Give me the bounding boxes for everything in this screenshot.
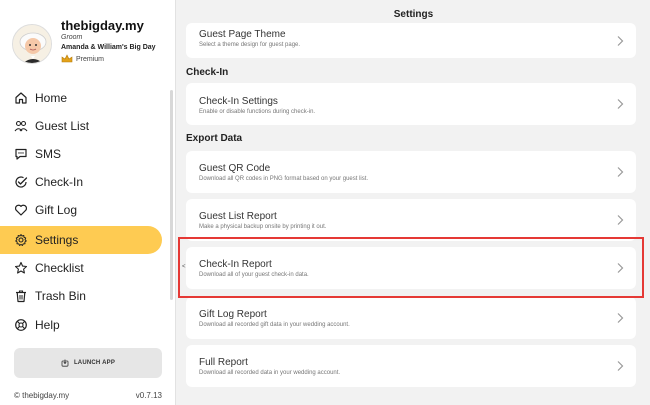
sidebar-item-checklist[interactable]: Checklist bbox=[0, 254, 162, 282]
card-title: Full Report bbox=[199, 357, 248, 368]
card-description: Enable or disable functions during check… bbox=[199, 109, 316, 115]
sidebar-item-settings[interactable]: Settings bbox=[0, 226, 162, 254]
sidebar-item-home[interactable]: Home bbox=[0, 84, 162, 112]
card-description: Download all recorded gift data in your … bbox=[199, 322, 350, 328]
card-title: Guest QR Code bbox=[199, 163, 271, 174]
sidebar-footer: © thebigday.my v0.7.13 bbox=[14, 391, 162, 400]
sidebar-item-help[interactable]: Help bbox=[0, 311, 162, 339]
card-description: Download all QR codes in PNG format base… bbox=[199, 176, 369, 182]
card-title: Guest List Report bbox=[199, 211, 277, 222]
settings-panel: Settings Guest Page Theme Select a theme… bbox=[177, 0, 650, 405]
plan-label: Premium bbox=[76, 55, 105, 63]
chevron-right-icon bbox=[616, 360, 624, 372]
chevron-right-icon bbox=[616, 166, 624, 178]
card-guest-qr-code[interactable]: Guest QR Code Download all QR codes in P… bbox=[186, 151, 636, 193]
heart-icon bbox=[14, 203, 28, 217]
sidebar-item-label: Guest List bbox=[35, 119, 90, 133]
chevron-right-icon bbox=[616, 98, 624, 110]
card-title: Check-In Settings bbox=[199, 96, 278, 107]
version-text: v0.7.13 bbox=[135, 391, 162, 400]
sidebar-item-label: Help bbox=[35, 318, 60, 332]
sidebar-item-trash-bin[interactable]: Trash Bin bbox=[0, 282, 162, 310]
chevron-right-icon bbox=[616, 214, 624, 226]
sidebar-item-label: Gift Log bbox=[35, 203, 78, 217]
sidebar-item-label: Settings bbox=[35, 233, 79, 247]
check-in-icon bbox=[14, 175, 28, 189]
launch-app-button[interactable]: LAUNCH APP bbox=[14, 348, 162, 378]
card-title: Guest Page Theme bbox=[199, 29, 286, 40]
trash-icon bbox=[14, 289, 28, 303]
sidebar: thebigday.my Groom Amanda & William's Bi… bbox=[0, 0, 176, 405]
card-description: Select a theme design for guest page. bbox=[199, 42, 301, 48]
event-name: Amanda & William's Big Day bbox=[61, 44, 156, 51]
launch-app-label: LAUNCH APP bbox=[73, 360, 116, 366]
brand-name: thebigday.my bbox=[61, 18, 144, 33]
launch-icon bbox=[61, 359, 69, 367]
chevron-right-icon bbox=[616, 312, 624, 324]
user-role: Groom bbox=[61, 34, 83, 41]
sidebar-item-label: Check-In bbox=[35, 175, 84, 189]
copyright-text: © thebigday.my bbox=[14, 391, 70, 400]
sidebar-item-label: Home bbox=[35, 91, 68, 105]
sidebar-item-label: Checklist bbox=[35, 261, 84, 275]
section-export-data: Export Data bbox=[186, 133, 243, 144]
sidebar-scrollbar[interactable] bbox=[170, 90, 173, 300]
card-guest-list-report[interactable]: Guest List Report Make a physical backup… bbox=[186, 199, 636, 241]
sidebar-item-guest-list[interactable]: Guest List bbox=[0, 112, 162, 140]
sidebar-item-label: Trash Bin bbox=[35, 289, 86, 303]
star-icon bbox=[14, 261, 28, 275]
plan-badge: Premium bbox=[61, 54, 104, 64]
profile-block: thebigday.my Groom Amanda & William's Bi… bbox=[12, 14, 172, 70]
card-title: Gift Log Report bbox=[199, 309, 267, 320]
card-check-in-settings[interactable]: Check-In Settings Enable or disable func… bbox=[186, 83, 636, 125]
guests-icon bbox=[14, 119, 28, 133]
cursor-caret-icon: < bbox=[182, 264, 186, 270]
card-description: Make a physical backup onsite by printin… bbox=[199, 224, 327, 230]
help-icon bbox=[14, 318, 28, 332]
gear-icon bbox=[14, 233, 28, 247]
sidebar-item-check-in[interactable]: Check-In bbox=[0, 168, 162, 196]
sidebar-item-sms[interactable]: SMS bbox=[0, 140, 162, 168]
card-description: Download all recorded data in your weddi… bbox=[199, 370, 341, 376]
card-full-report[interactable]: Full Report Download all recorded data i… bbox=[186, 345, 636, 387]
sidebar-item-gift-log[interactable]: Gift Log bbox=[0, 196, 162, 224]
card-guest-page-theme[interactable]: Guest Page Theme Select a theme design f… bbox=[186, 23, 636, 58]
card-gift-log-report[interactable]: Gift Log Report Download all recorded gi… bbox=[186, 297, 636, 339]
crown-icon bbox=[61, 54, 73, 63]
sms-icon bbox=[14, 147, 28, 161]
sidebar-item-label: SMS bbox=[35, 147, 62, 161]
highlight-box bbox=[178, 237, 644, 298]
section-check-in: Check-In bbox=[186, 67, 229, 78]
home-icon bbox=[14, 91, 28, 105]
avatar bbox=[12, 24, 52, 64]
chevron-right-icon bbox=[616, 35, 624, 47]
